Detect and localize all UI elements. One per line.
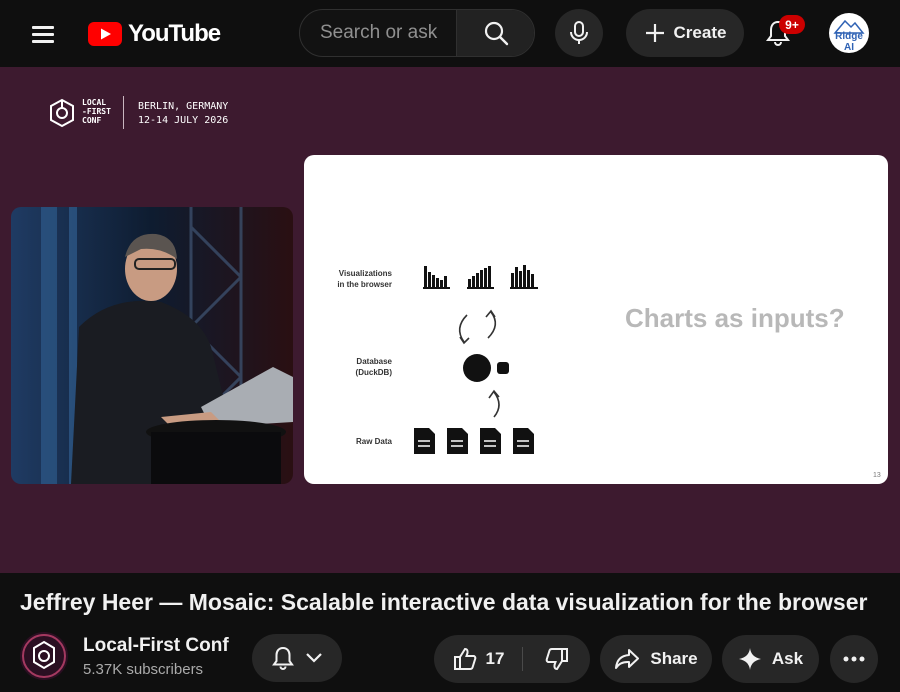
search-box <box>299 9 535 57</box>
bar-chart-icon <box>510 265 538 289</box>
database-icon <box>463 354 491 382</box>
channel-avatar[interactable] <box>20 632 68 680</box>
share-button[interactable]: Share <box>600 635 712 683</box>
like-count: 17 <box>485 649 505 668</box>
more-icon <box>843 656 865 662</box>
presentation-slide: Visualizations in the browser Database (… <box>304 155 888 484</box>
like-dislike-group: 17 <box>434 635 590 683</box>
video-title: Jeffrey Heer — Mosaic: Scalable interact… <box>20 589 868 615</box>
search-button[interactable] <box>456 10 534 56</box>
account-avatar[interactable]: Ridge AI <box>829 13 869 53</box>
like-button[interactable]: 17 <box>434 635 522 683</box>
search-input[interactable] <box>300 10 457 56</box>
subscriber-count: 5.37K subscribers <box>83 661 204 678</box>
ask-label: Ask <box>771 649 804 668</box>
create-label: Create <box>673 23 727 42</box>
account-avatar-text: Ridge AI <box>835 31 863 53</box>
slide-page-number: 13 <box>873 472 881 479</box>
chevron-down-icon <box>306 653 322 663</box>
thumbs-up-icon <box>453 647 476 670</box>
conference-logo-icon <box>50 98 74 128</box>
search-icon <box>484 21 508 46</box>
youtube-logo-icon <box>88 22 122 46</box>
document-icons <box>414 428 534 454</box>
mic-icon <box>570 21 588 44</box>
channel-name[interactable]: Local-First Conf <box>83 635 229 657</box>
bar-chart-icon <box>467 266 494 289</box>
more-actions-button[interactable] <box>830 635 878 683</box>
conference-location: BERLIN, GERMANY <box>138 101 229 112</box>
thumbs-down-icon <box>545 648 568 671</box>
conference-divider <box>123 96 124 129</box>
sparkle-icon <box>738 648 761 670</box>
notification-count-badge: 9+ <box>779 15 805 34</box>
slide-headline: Charts as inputs? <box>625 303 845 333</box>
conference-name: LOCAL -FIRST CONF <box>82 98 111 125</box>
create-button[interactable]: Create <box>626 9 744 57</box>
logo-text: YouTube <box>128 20 221 47</box>
share-icon <box>615 649 640 669</box>
menu-icon <box>32 26 54 29</box>
plus-icon <box>645 24 664 42</box>
subscription-notifications-button[interactable] <box>252 634 342 682</box>
channel-logo-icon <box>20 632 68 680</box>
menu-button[interactable] <box>22 18 66 50</box>
voice-search-button[interactable] <box>555 9 603 57</box>
bar-chart-icon <box>423 266 450 289</box>
conference-dates: 12-14 JULY 2026 <box>138 115 229 126</box>
dislike-button[interactable] <box>523 635 590 683</box>
top-bar: YouTube Create 9+ <box>0 0 900 67</box>
share-label: Share <box>650 649 698 668</box>
ask-button[interactable]: Ask <box>722 635 819 683</box>
speaker-photo <box>11 207 293 484</box>
youtube-logo[interactable]: YouTube <box>88 20 221 48</box>
bell-icon <box>272 646 294 670</box>
